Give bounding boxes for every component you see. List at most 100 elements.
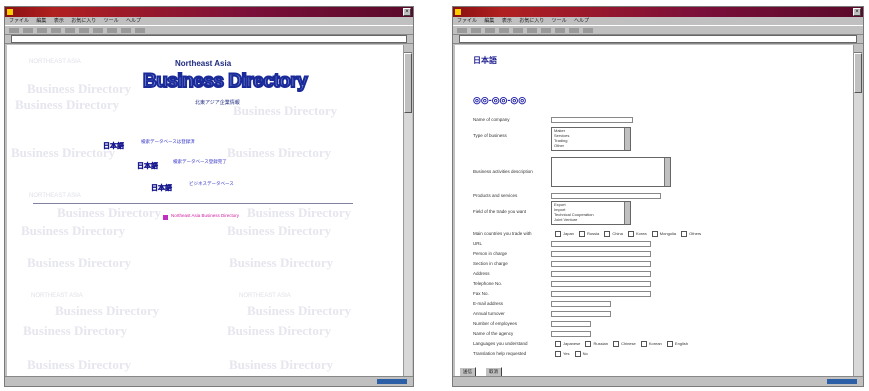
link-text-2[interactable]: 検索データベース登録完了 xyxy=(173,159,227,165)
url-input[interactable] xyxy=(551,241,651,247)
watermark: Business Directory xyxy=(27,81,132,96)
address-input[interactable] xyxy=(11,34,407,43)
address-field[interactable] xyxy=(551,271,651,277)
scroll-up-icon[interactable] xyxy=(854,45,862,53)
back-button[interactable] xyxy=(457,27,467,33)
option[interactable]: Other xyxy=(554,143,630,148)
link-button-3[interactable]: 日本語 xyxy=(151,183,172,193)
browser-window-left: × ファイル 編集 表示 お気に入り ツール ヘルプ NORTHEAST ASI… xyxy=(4,6,414,387)
person-input[interactable] xyxy=(551,251,651,257)
menu-edit[interactable]: 編集 xyxy=(36,18,46,24)
checkbox[interactable] xyxy=(574,351,581,357)
link-button-1[interactable]: 日本語 xyxy=(103,141,124,151)
checkbox[interactable] xyxy=(613,341,620,347)
menu-view[interactable]: 表示 xyxy=(54,18,64,24)
history-button[interactable] xyxy=(555,27,565,33)
mail-button[interactable] xyxy=(121,27,131,33)
vertical-scrollbar[interactable] xyxy=(403,45,412,376)
mail-button[interactable] xyxy=(569,27,579,33)
checkbox[interactable] xyxy=(666,341,673,347)
link-text-3[interactable]: ビジネスデータベース xyxy=(189,181,234,187)
watermark: Business Directory xyxy=(247,303,352,318)
business-type-select[interactable]: Maker Services Trading Other xyxy=(551,127,631,151)
checkbox[interactable] xyxy=(640,341,647,347)
vertical-scrollbar[interactable] xyxy=(853,45,862,376)
forward-button[interactable] xyxy=(23,27,33,33)
menu-tools[interactable]: ツール xyxy=(104,18,119,24)
link-button-2[interactable]: 日本語 xyxy=(137,161,158,171)
form-label: URL xyxy=(473,241,483,246)
refresh-button[interactable] xyxy=(499,27,509,33)
menu-file[interactable]: ファイル xyxy=(9,18,29,24)
section-input[interactable] xyxy=(551,261,651,267)
checkbox-label: China xyxy=(612,231,623,237)
checkbox[interactable] xyxy=(651,231,658,237)
watermark: Business Directory xyxy=(227,323,332,338)
back-button[interactable] xyxy=(9,27,19,33)
checkbox[interactable] xyxy=(681,231,688,237)
menu-edit[interactable]: 編集 xyxy=(484,18,494,24)
checkbox[interactable] xyxy=(627,231,634,237)
list-scrollbar[interactable] xyxy=(624,202,630,224)
telephone-input[interactable] xyxy=(551,281,651,287)
menu-favorites[interactable]: お気に入り xyxy=(71,18,96,24)
checkbox[interactable] xyxy=(555,341,561,347)
email-input[interactable] xyxy=(551,301,611,307)
form-label: Type of business xyxy=(473,133,507,138)
turnover-input[interactable] xyxy=(551,311,611,317)
favorites-button[interactable] xyxy=(93,27,103,33)
company-name-input[interactable] xyxy=(551,117,633,123)
print-button[interactable] xyxy=(583,27,593,33)
scroll-up-icon[interactable] xyxy=(404,45,412,53)
footer-link[interactable]: Northeast Asia Business Directory xyxy=(171,213,239,219)
scroll-thumb[interactable] xyxy=(404,53,412,113)
section-tabs[interactable]: ◎◎-◎◎-◎◎ xyxy=(473,95,526,106)
favorites-button[interactable] xyxy=(541,27,551,33)
trade-field-select[interactable]: Export Import Technical Cooperation Join… xyxy=(551,201,631,225)
print-button[interactable] xyxy=(135,27,145,33)
menu-view[interactable]: 表示 xyxy=(502,18,512,24)
close-button[interactable]: × xyxy=(853,8,861,16)
menu-bar: ファイル 編集 表示 お気に入り ツール ヘルプ xyxy=(5,17,413,25)
menu-bar: ファイル 編集 表示 お気に入り ツール ヘルプ xyxy=(453,17,863,25)
stop-button[interactable] xyxy=(37,27,47,33)
textarea-scrollbar[interactable] xyxy=(664,158,670,186)
checkbox[interactable] xyxy=(555,351,561,357)
agency-input[interactable] xyxy=(551,331,591,337)
employees-input[interactable] xyxy=(551,321,591,327)
list-scrollbar[interactable] xyxy=(624,128,630,150)
forward-button[interactable] xyxy=(471,27,481,33)
menu-tools[interactable]: ツール xyxy=(552,18,567,24)
home-button[interactable] xyxy=(513,27,523,33)
watermark: Business Directory xyxy=(11,145,116,160)
submit-button[interactable]: 送信 xyxy=(459,367,476,376)
watermark: Business Directory xyxy=(57,205,162,220)
checkbox[interactable] xyxy=(579,231,586,237)
link-text-1[interactable]: 検索データベースは登録済 xyxy=(141,139,195,145)
home-button[interactable] xyxy=(65,27,75,33)
reset-button[interactable]: 取消 xyxy=(485,367,502,376)
close-button[interactable]: × xyxy=(403,8,411,16)
address-input[interactable] xyxy=(459,34,857,43)
business-activities-textarea[interactable] xyxy=(551,157,671,187)
menu-file[interactable]: ファイル xyxy=(457,18,477,24)
stop-button[interactable] xyxy=(485,27,495,33)
option[interactable]: Joint Venture xyxy=(554,217,630,222)
search-button[interactable] xyxy=(527,27,537,33)
checkbox[interactable] xyxy=(604,231,611,237)
history-button[interactable] xyxy=(107,27,117,33)
watermark: Business Directory xyxy=(229,255,334,270)
watermark-small: NORTHEAST ASIA xyxy=(31,293,83,299)
menu-help[interactable]: ヘルプ xyxy=(574,18,589,24)
checkbox[interactable] xyxy=(585,341,592,347)
refresh-button[interactable] xyxy=(51,27,61,33)
page-content: NORTHEAST ASIA Business Directory Busine… xyxy=(7,45,403,376)
fax-input[interactable] xyxy=(551,291,651,297)
scroll-thumb[interactable] xyxy=(854,53,862,93)
menu-favorites[interactable]: お気に入り xyxy=(519,18,544,24)
checkbox[interactable] xyxy=(555,231,561,237)
products-input[interactable] xyxy=(551,193,661,199)
watermark-small: NORTHEAST ASIA xyxy=(29,59,81,65)
search-button[interactable] xyxy=(79,27,89,33)
menu-help[interactable]: ヘルプ xyxy=(126,18,141,24)
